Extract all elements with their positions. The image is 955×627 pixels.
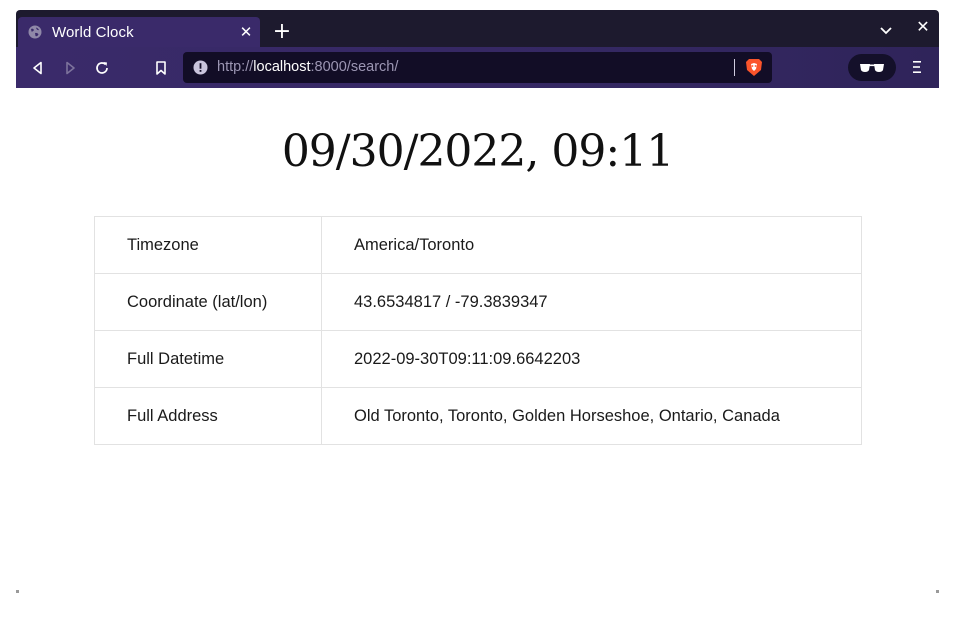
table-row: Timezone America/Toronto — [94, 216, 862, 274]
table-row: Full Datetime 2022-09-30T09:11:09.664220… — [94, 330, 862, 388]
window-close-icon[interactable]: ✕ — [914, 18, 932, 36]
brave-shield-icon[interactable] — [745, 58, 763, 77]
url-text[interactable]: http://localhost:8000/search/ — [217, 58, 398, 77]
tab-strip: World Clock ✕ + ✕ — [16, 10, 939, 47]
address-bar[interactable]: http://localhost:8000/search/ — [183, 52, 772, 83]
url-path: :8000/search/ — [310, 59, 399, 75]
private-window-icon[interactable] — [848, 54, 896, 81]
toolbar: http://localhost:8000/search/ — [16, 47, 939, 88]
page-content: 09/30/2022, 09:11 Timezone America/Toron… — [16, 88, 939, 594]
forward-icon[interactable] — [59, 57, 81, 79]
row-label: Full Address — [94, 387, 322, 445]
bookmark-icon[interactable] — [150, 57, 172, 79]
info-table: Timezone America/Toronto Coordinate (lat… — [94, 216, 862, 445]
window-corner-left[interactable] — [16, 590, 19, 593]
menu-icon[interactable] — [909, 58, 925, 76]
row-label: Full Datetime — [94, 330, 322, 388]
row-label: Coordinate (lat/lon) — [94, 273, 322, 331]
tab-title: World Clock — [52, 23, 134, 41]
clock-display: 09/30/2022, 09:11 — [281, 126, 674, 177]
url-divider — [734, 59, 735, 76]
reload-icon[interactable] — [91, 57, 113, 79]
url-scheme: http:// — [217, 59, 254, 75]
row-value: 2022-09-30T09:11:09.6642203 — [321, 330, 862, 388]
back-icon[interactable] — [27, 57, 49, 79]
globe-icon — [28, 25, 42, 39]
close-icon[interactable]: ✕ — [238, 24, 254, 40]
plus-icon[interactable]: + — [272, 21, 292, 43]
table-row: Coordinate (lat/lon) 43.6534817 / -79.38… — [94, 273, 862, 331]
chevron-down-icon[interactable] — [878, 22, 894, 38]
tab-world-clock[interactable]: World Clock ✕ — [18, 17, 260, 47]
info-icon[interactable] — [193, 60, 208, 75]
row-value: Old Toronto, Toronto, Golden Horseshoe, … — [321, 387, 862, 445]
table-row: Full Address Old Toronto, Toronto, Golde… — [94, 387, 862, 445]
row-value: 43.6534817 / -79.3839347 — [321, 273, 862, 331]
browser-window: World Clock ✕ + ✕ http://localhost:8000/… — [16, 10, 939, 594]
url-host: localhost — [253, 59, 311, 75]
row-value: America/Toronto — [321, 216, 862, 274]
row-label: Timezone — [94, 216, 322, 274]
window-corner-right[interactable] — [936, 590, 939, 593]
